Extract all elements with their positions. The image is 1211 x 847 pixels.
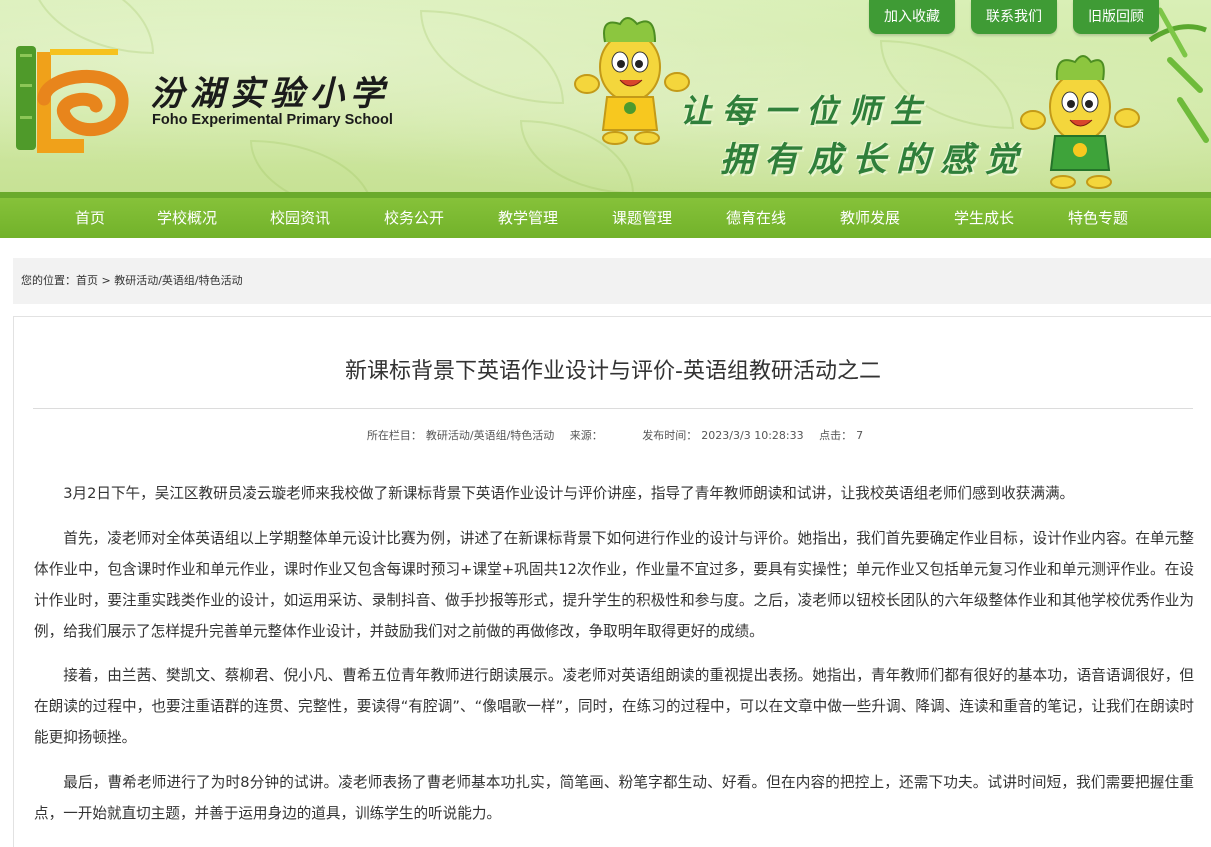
contact-us-button[interactable]: 联系我们 [971,0,1057,34]
slogan-line-1: 让每一位师生 [680,92,933,130]
header-banner: 汾湖实验小学 Foho Experimental Primary School … [0,0,1211,198]
article-paragraph: 3月2日下午，吴江区教研员凌云璇老师来我校做了新课标背景下英语作业设计与评价讲座… [63,485,1075,502]
nav-item-about[interactable]: 学校概况 [157,198,217,238]
meta-time-label: 发布时间： [642,429,698,442]
top-buttons: 加入收藏 联系我们 旧版回顾 [869,0,1159,34]
article-paragraph: 首先，凌老师对全体英语组以上学期整体单元设计比赛为例，讲述了在新课标背景下如何进… [34,530,1194,640]
main-nav: 首页 学校概况 校园资讯 校务公开 教学管理 课题管理 德育在线 教师发展 学生… [0,198,1211,238]
meta-column: 教研活动/英语组/特色活动 [425,429,555,442]
nav-item-teaching[interactable]: 教学管理 [498,198,558,238]
article-panel: 新课标背景下英语作业设计与评价-英语组教研活动之二 所在栏目： 教研活动/英语组/… [13,316,1211,847]
leaf-decoration [420,10,564,104]
article-paragraph: 接着，由兰茜、樊凯文、蔡柳君、倪小凡、曹希五位青年教师进行朗读展示。凌老师对英语… [34,667,1194,746]
slogan-line-2: 拥有成长的感觉 [720,140,1028,180]
nav-item-features[interactable]: 特色专题 [1068,198,1128,238]
school-name-en: Foho Experimental Primary School [152,112,393,128]
nav-item-moral[interactable]: 德育在线 [726,198,786,238]
article-meta: 所在栏目： 教研活动/英语组/特色活动 来源： 发布时间： 2023/3/3 10:… [14,427,1211,443]
school-name-cn: 汾湖实验小学 [150,74,390,114]
title-divider [33,408,1193,409]
nav-item-students[interactable]: 学生成长 [954,198,1014,238]
article-paragraph: 最后，曹希老师进行了为时8分钟的试讲。凌老师表扬了曹老师基本功扎实，简笔画、粉笔… [34,774,1194,822]
nav-item-teachers[interactable]: 教师发展 [840,198,900,238]
nav-item-news[interactable]: 校园资讯 [270,198,330,238]
meta-hits-label: 点击： [819,429,853,442]
breadcrumb-prefix: 您的位置： [21,274,76,287]
nav-item-affairs[interactable]: 校务公开 [384,198,444,238]
breadcrumb-current-link[interactable]: 教研活动/英语组/特色活动 [114,274,242,287]
breadcrumb-home-link[interactable]: 首页 [76,274,98,287]
meta-hits: 7 [856,429,864,442]
school-logo [16,46,129,153]
meta-time: 2023/3/3 10:28:33 [701,429,804,442]
meta-source-label: 来源： [569,429,603,442]
article-title: 新课标背景下英语作业设计与评价-英语组教研活动之二 [345,359,881,384]
breadcrumb: 您的位置：首页 > 教研活动/英语组/特色活动 [13,258,1211,304]
old-version-button[interactable]: 旧版回顾 [1073,0,1159,34]
meta-column-label: 所在栏目： [366,429,422,442]
breadcrumb-separator: > [98,274,115,287]
add-favorite-button[interactable]: 加入收藏 [869,0,955,34]
leaf-decoration [250,140,374,198]
nav-item-research[interactable]: 课题管理 [612,198,672,238]
nav-item-home[interactable]: 首页 [75,198,105,238]
corn-mascot-icon [1020,55,1140,189]
